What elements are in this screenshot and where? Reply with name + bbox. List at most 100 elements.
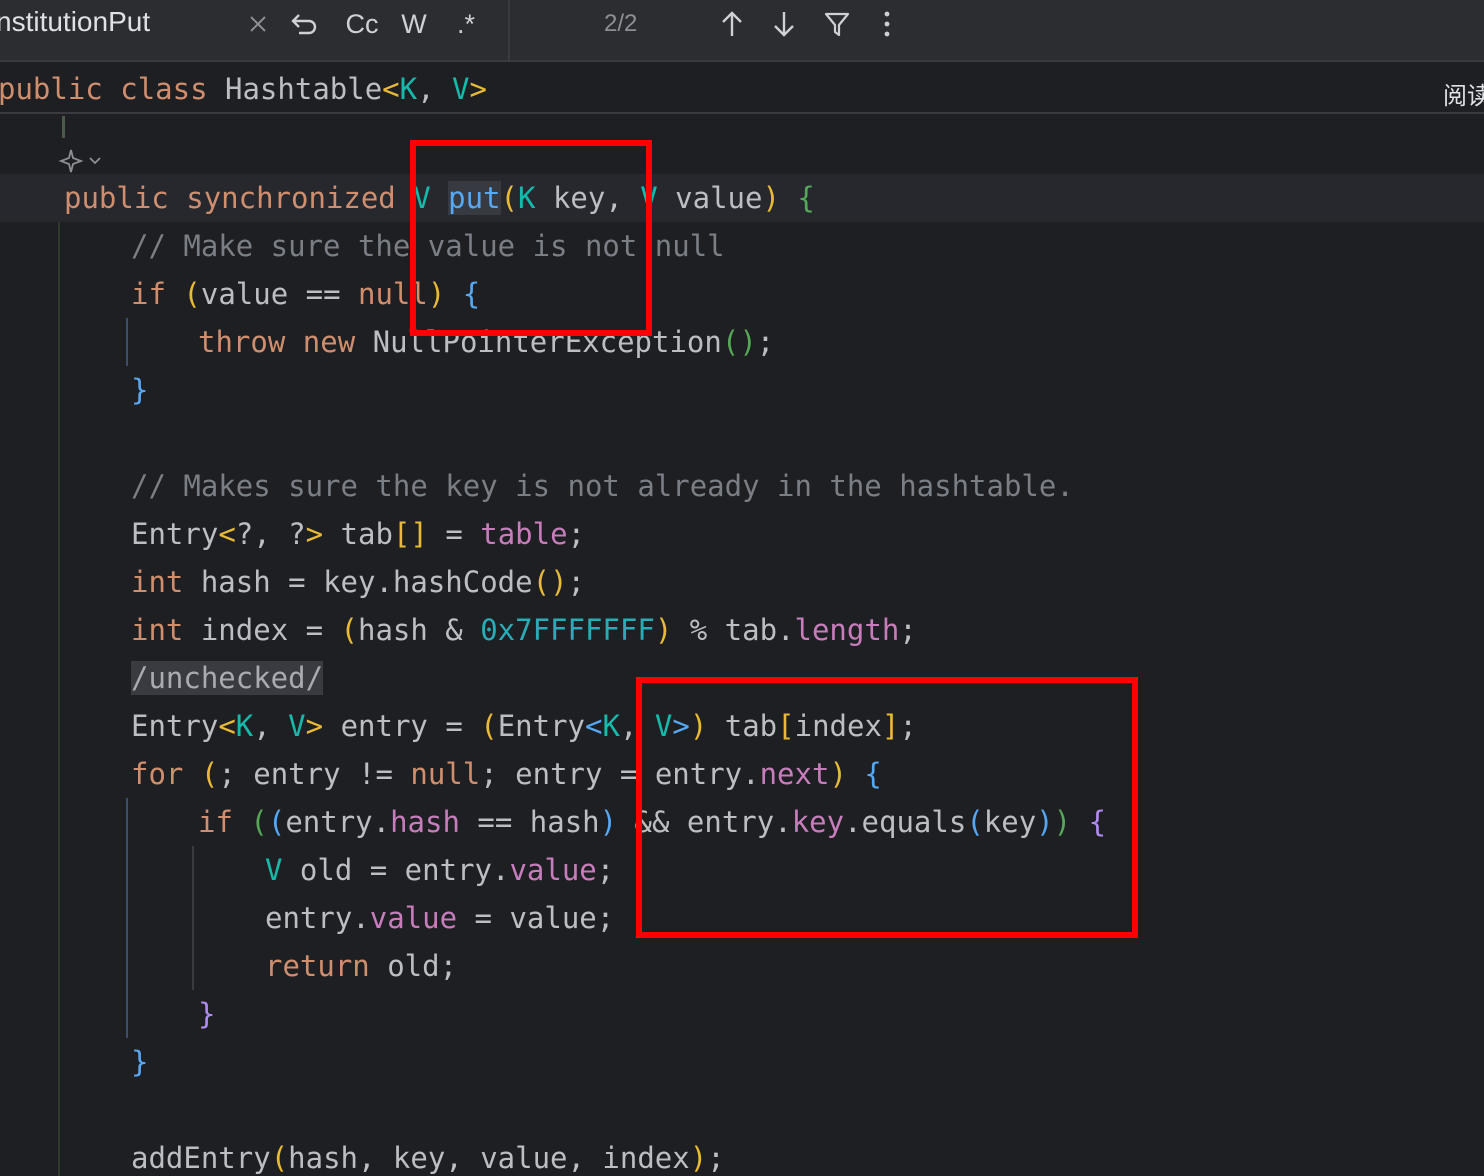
reader-mode-label[interactable]: 阅读 xyxy=(1443,76,1484,111)
semicolon: ; xyxy=(899,613,917,647)
paren: ( xyxy=(267,805,286,839)
method-addentry: addEntry xyxy=(131,1141,271,1175)
keyword-null: null xyxy=(358,277,428,311)
generic-open: < xyxy=(585,709,603,743)
return-type: V xyxy=(413,181,431,215)
more-vertical-icon[interactable] xyxy=(872,4,902,44)
indent-guide xyxy=(192,846,194,990)
type-param-k: K xyxy=(518,181,536,215)
paren: ( xyxy=(250,805,268,839)
paren: ( xyxy=(340,613,358,647)
keyword-throw: throw xyxy=(198,325,286,359)
class-name: Hashtable xyxy=(225,72,383,106)
field-key: key xyxy=(791,805,845,839)
brace: { xyxy=(462,277,481,311)
expr: && entry. xyxy=(617,805,792,839)
close-icon[interactable] xyxy=(244,4,272,44)
semicolon: ; xyxy=(756,325,775,359)
code-line-throw: throw new NullPointerException(); xyxy=(198,318,774,366)
type-entry: Entry xyxy=(497,709,586,743)
var-tab: tab xyxy=(707,709,778,743)
gutter-change-marker xyxy=(62,116,65,138)
ai-assistant-icon[interactable] xyxy=(58,146,104,176)
code-line-entry-decl: Entry<K, V> entry = (Entry<K, V>) tab[in… xyxy=(131,702,917,750)
semicolon: ; xyxy=(567,517,586,551)
keyword-if: if xyxy=(198,805,233,839)
code-comment: // Makes sure the key is not already in … xyxy=(131,469,1074,503)
code-line-for: for (; entry != null; entry = entry.next… xyxy=(131,750,882,798)
type-param-v: V xyxy=(640,181,658,215)
filter-icon[interactable] xyxy=(818,4,856,44)
indent-guide xyxy=(126,798,128,1038)
arrow-down-icon[interactable] xyxy=(766,4,802,44)
keyword-null: null xyxy=(410,757,481,791)
paren: ) xyxy=(427,277,446,311)
expr: == hash xyxy=(459,805,600,839)
brace: { xyxy=(797,181,815,215)
paren: ) xyxy=(829,757,847,791)
semicolon: ; xyxy=(707,1141,725,1175)
paren: ( xyxy=(183,277,201,311)
regex-button[interactable]: .* xyxy=(448,4,484,44)
var-index: index xyxy=(794,709,882,743)
method-equals: .equals xyxy=(844,805,967,839)
class-declaration: public class Hashtable<K, V> xyxy=(0,72,487,106)
comma: , xyxy=(253,709,289,743)
code-comment: // Make sure the value is not null xyxy=(131,229,725,263)
paren: ) xyxy=(550,565,568,599)
keyword-new: new xyxy=(302,325,356,359)
semicolon: ; xyxy=(567,565,585,599)
generic-close: > xyxy=(672,709,690,743)
code-line-index: int index = (hash & 0x7FFFFFFF) % tab.le… xyxy=(131,606,917,654)
hex-literal: 0x7FFFFFFF xyxy=(480,613,655,647)
expr: ; entry = entry. xyxy=(480,757,760,791)
brace: { xyxy=(864,757,882,791)
expr: entry. xyxy=(285,805,391,839)
param-key: key, xyxy=(535,181,641,215)
whole-words-button[interactable]: W xyxy=(396,4,432,44)
param-value: value xyxy=(657,181,763,215)
args: hash, key, value, index xyxy=(288,1141,690,1175)
paren: ) xyxy=(762,181,780,215)
var-tab: tab xyxy=(323,517,393,551)
keyword-synchronized: synchronized xyxy=(186,181,396,215)
code-line-method-signature: public synchronized V put(K key, V value… xyxy=(64,174,815,222)
paren: ) xyxy=(599,805,618,839)
generic-close: > xyxy=(305,709,324,743)
generic-open: < xyxy=(382,72,400,106)
search-input[interactable]: nstitutionPut Cc W .* xyxy=(0,0,510,62)
field-table: table xyxy=(480,517,568,551)
expr: % tab. xyxy=(672,613,795,647)
assign: = xyxy=(427,517,481,551)
bracket: ] xyxy=(410,517,428,551)
code-line-add-entry: addEntry(hash, key, value, index); xyxy=(131,1134,725,1176)
generic-close: > xyxy=(469,72,487,106)
generic-open: < xyxy=(218,517,236,551)
paren: ( xyxy=(270,1141,289,1175)
code-line-if-null: if (value == null) { xyxy=(131,270,480,318)
sticky-class-header[interactable]: public class Hashtable<K, V> 阅读 xyxy=(0,64,1484,114)
type-entry: Entry xyxy=(131,517,219,551)
match-case-button[interactable]: Cc xyxy=(340,4,384,44)
type-param-k: K xyxy=(399,72,418,106)
paren: ) xyxy=(739,325,757,359)
field-value: value xyxy=(509,853,597,887)
comma: , xyxy=(619,709,655,743)
code-line-tab-decl: Entry<?, ?> tab[] = table; xyxy=(131,510,585,558)
generic-open: < xyxy=(218,709,236,743)
code-line-if-match: if ((entry.hash == hash) && entry.key.eq… xyxy=(198,798,1106,846)
semicolon: ; xyxy=(596,853,615,887)
replace-history-icon[interactable] xyxy=(284,4,324,44)
fold-unchecked[interactable]: /unchecked/ xyxy=(131,661,324,695)
wildcards: ?, ? xyxy=(235,517,306,551)
code-line-return: return old; xyxy=(265,942,457,990)
arg-key: key xyxy=(983,805,1037,839)
type-param-v: V xyxy=(654,709,673,743)
folded-annotation[interactable]: /unchecked/ xyxy=(131,654,324,702)
code-editor[interactable]: public synchronized V put(K key, V value… xyxy=(0,116,1484,1176)
paren: ( xyxy=(966,805,984,839)
arrow-up-icon[interactable] xyxy=(714,4,750,44)
paren: ) xyxy=(689,709,708,743)
expr: ; entry != xyxy=(218,757,411,791)
bracket: [ xyxy=(392,517,411,551)
